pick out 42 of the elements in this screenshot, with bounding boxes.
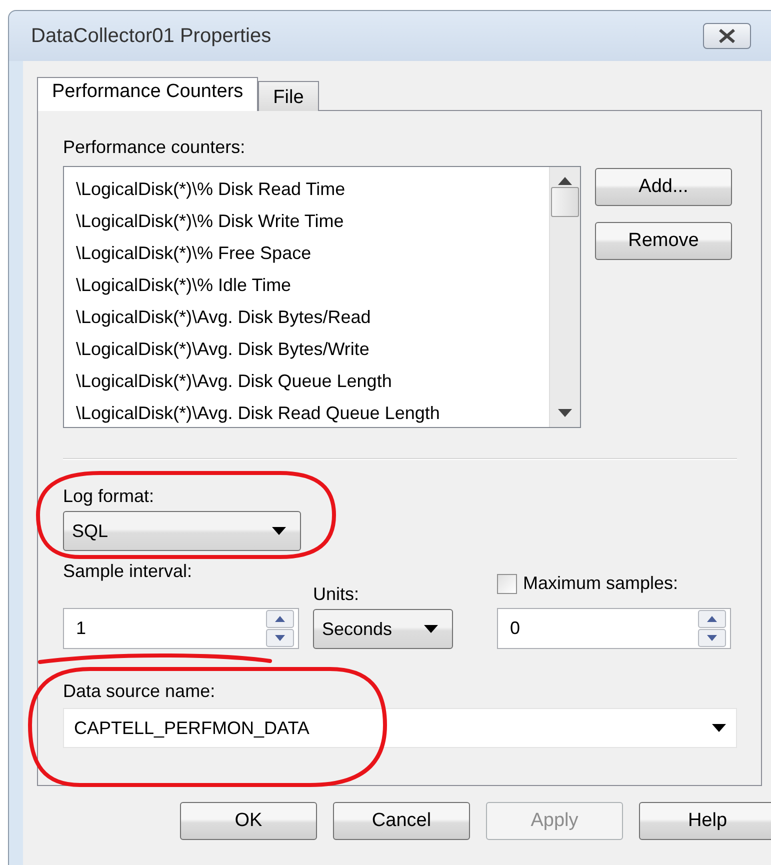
data-source-name-dropdown[interactable]: CAPTELL_PERFMON_DATA xyxy=(63,708,737,748)
list-item[interactable]: \LogicalDisk(*)\% Disk Write Time xyxy=(76,205,549,237)
scroll-up-icon[interactable] xyxy=(558,177,572,185)
counters-label: Performance counters: xyxy=(63,137,246,158)
checkbox[interactable] xyxy=(497,574,517,594)
spin-down-icon[interactable] xyxy=(698,629,726,647)
list-action-button[interactable]: Add... xyxy=(595,168,732,206)
dropdown-caret-icon xyxy=(272,527,286,535)
close-button[interactable] xyxy=(703,23,751,49)
dropdown-caret-icon xyxy=(424,625,438,633)
units-dropdown[interactable]: Seconds xyxy=(313,609,453,649)
units-label: Units: xyxy=(313,584,360,605)
dialog-button[interactable]: Cancel xyxy=(333,802,470,840)
log-format-label: Log format: xyxy=(63,486,156,507)
data-source-name-label: Data source name: xyxy=(63,681,216,702)
close-icon xyxy=(717,29,737,43)
dialog-button[interactable]: OK xyxy=(180,802,317,840)
scroll-down-icon[interactable] xyxy=(558,409,572,417)
tab[interactable]: Performance Counters xyxy=(37,77,258,111)
dialog-button[interactable]: Help xyxy=(639,802,771,840)
spin-up-icon[interactable] xyxy=(266,610,294,628)
maximum-samples-label: Maximum samples: xyxy=(523,573,678,594)
log-format-dropdown[interactable]: SQL xyxy=(63,511,301,551)
list-item[interactable]: \LogicalDisk(*)\Avg. Disk Bytes/Write xyxy=(76,333,549,365)
spin-down-icon[interactable] xyxy=(266,629,294,647)
maximum-samples-field[interactable]: 0 xyxy=(497,608,731,649)
spin-up-icon[interactable] xyxy=(698,610,726,628)
scrollbar[interactable] xyxy=(549,167,580,427)
list-item[interactable]: \LogicalDisk(*)\Avg. Disk Read Queue Length xyxy=(76,397,549,429)
dropdown-caret-icon xyxy=(712,724,726,732)
scroll-thumb[interactable] xyxy=(551,187,579,217)
tab[interactable]: File xyxy=(258,81,319,111)
list-action-button[interactable]: Remove xyxy=(595,222,732,260)
sample-interval-label: Sample interval: xyxy=(63,561,194,582)
list-item[interactable]: \LogicalDisk(*)\Avg. Disk Queue Length xyxy=(76,365,549,397)
list-item[interactable]: \LogicalDisk(*)\% Idle Time xyxy=(76,269,549,301)
counters-list[interactable] xyxy=(63,166,581,428)
window-title: DataCollector01 Properties xyxy=(31,24,272,48)
sample-interval-field[interactable]: 1 xyxy=(63,608,299,649)
list-item[interactable]: \LogicalDisk(*)\% Free Space xyxy=(76,237,549,269)
list-item[interactable]: \LogicalDisk(*)\Avg. Disk Bytes/Read xyxy=(76,301,549,333)
list-item[interactable]: \LogicalDisk(*)\% Disk Read Time xyxy=(76,173,549,205)
